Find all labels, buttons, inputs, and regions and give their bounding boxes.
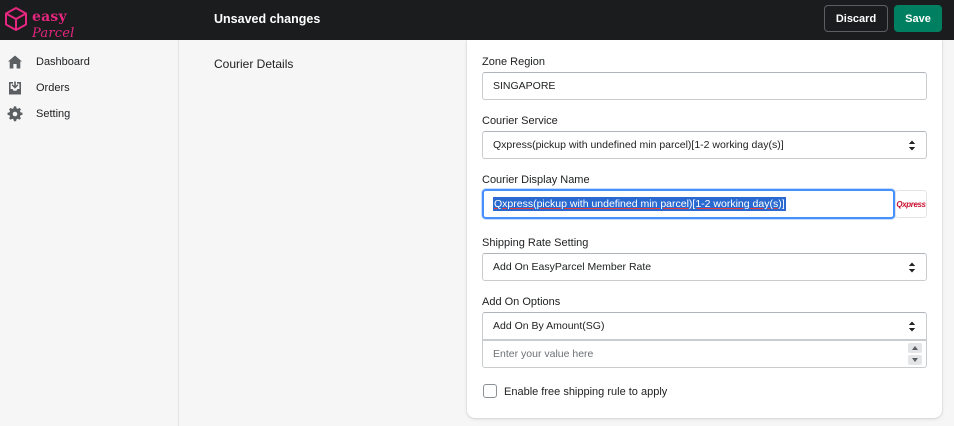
sidebar: Dashboard Orders Setting — [0, 40, 179, 426]
add-on-value-input[interactable]: Enter your value here — [482, 340, 927, 368]
logo-text: easy Parcel — [32, 9, 75, 41]
top-bar: easy Parcel Unsaved changes Discard Save — [0, 0, 954, 41]
shipping-rate-setting-value: Add On EasyParcel Member Rate — [493, 261, 652, 273]
caret-up-icon — [912, 346, 918, 350]
gear-icon — [7, 106, 23, 122]
select-arrows-icon — [908, 262, 916, 273]
inbox-download-icon — [9, 81, 21, 95]
courier-service-select[interactable]: Qxpress(pickup with undefined min parcel… — [482, 131, 927, 159]
courier-service-label: Courier Service — [482, 115, 558, 127]
shipping-rate-setting-select[interactable]: Add On EasyParcel Member Rate — [482, 253, 927, 281]
courier-display-name-label: Courier Display Name — [482, 174, 590, 186]
section-title: Courier Details — [214, 57, 294, 71]
free-shipping-checkbox[interactable] — [483, 384, 497, 398]
qxpress-logo-text: Qxpress — [896, 199, 926, 209]
discard-button[interactable]: Discard — [824, 5, 888, 32]
add-on-options-value: Add On By Amount(SG) — [493, 320, 605, 332]
easyparcel-logo[interactable]: easy Parcel — [4, 6, 114, 41]
sidebar-item-dashboard[interactable]: Dashboard — [7, 52, 172, 72]
courier-details-card: Zone Region SINGAPORE Courier Service Qx… — [467, 40, 942, 418]
sidebar-item-label: Setting — [36, 108, 71, 120]
add-on-options-select[interactable]: Add On By Amount(SG) — [482, 312, 927, 340]
stepper-up-button[interactable] — [908, 343, 922, 353]
select-arrows-icon — [908, 321, 916, 332]
qxpress-logo: Qxpress — [895, 190, 927, 218]
stepper-down-button[interactable] — [908, 355, 922, 365]
caret-down-icon — [912, 358, 918, 362]
home-icon — [8, 55, 22, 69]
courier-display-name-value: Qxpress(pickup with undefined min parcel… — [493, 197, 786, 211]
free-shipping-label[interactable]: Enable free shipping rule to apply — [504, 386, 667, 398]
zone-region-value: SINGAPORE — [493, 80, 556, 92]
sidebar-item-setting[interactable]: Setting — [7, 104, 172, 124]
zone-region-field[interactable]: SINGAPORE — [482, 72, 927, 100]
sidebar-item-label: Dashboard — [36, 56, 90, 68]
zone-region-label: Zone Region — [482, 56, 545, 68]
sidebar-item-label: Orders — [36, 82, 70, 94]
save-button[interactable]: Save — [894, 5, 942, 32]
box-logo-icon — [5, 7, 27, 31]
courier-service-value: Qxpress(pickup with undefined min parcel… — [493, 139, 784, 151]
shipping-rate-setting-label: Shipping Rate Setting — [482, 237, 589, 249]
number-stepper — [908, 343, 922, 365]
unsaved-changes-text: Unsaved changes — [214, 12, 321, 26]
add-on-options-label: Add On Options — [482, 296, 561, 308]
courier-display-name-input[interactable]: Qxpress(pickup with undefined min parcel… — [482, 189, 895, 219]
sidebar-item-orders[interactable]: Orders — [7, 78, 172, 98]
select-arrows-icon — [908, 140, 916, 151]
add-on-value-placeholder: Enter your value here — [493, 348, 594, 360]
